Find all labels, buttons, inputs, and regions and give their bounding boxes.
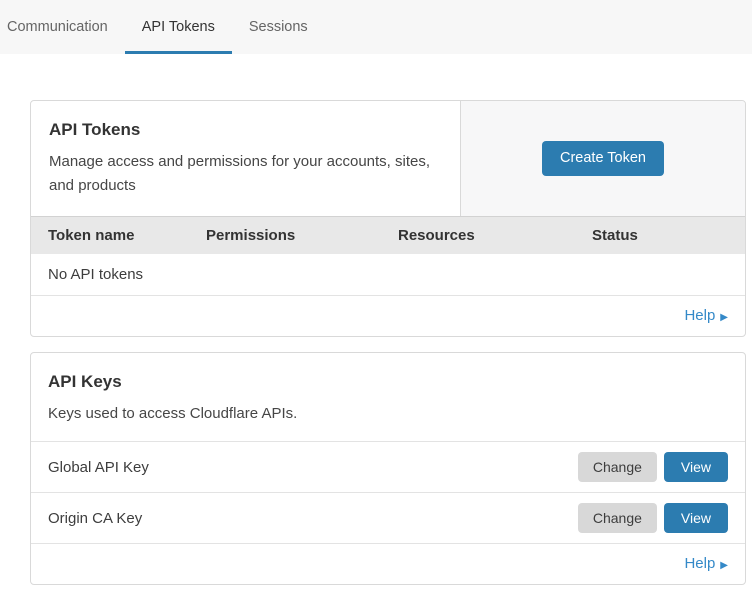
tokens-col-permissions: Permissions (206, 227, 398, 244)
origin-ca-key-actions: Change View (578, 503, 728, 533)
api-tokens-card-header-text: API Tokens Manage access and permissions… (31, 101, 460, 216)
tab-sessions[interactable]: Sessions (232, 0, 325, 54)
api-keys-card: API Keys Keys used to access Cloudflare … (30, 352, 746, 585)
api-keys-help-link[interactable]: Help ▶ (684, 555, 728, 572)
api-keys-help-label: Help (684, 555, 715, 572)
help-arrow-icon: ▶ (720, 560, 728, 571)
tab-bar: Communication API Tokens Sessions (0, 0, 752, 54)
api-tokens-title: API Tokens (49, 120, 442, 140)
global-api-key-view-button[interactable]: View (664, 452, 728, 482)
api-tokens-help-link[interactable]: Help ▶ (684, 307, 728, 324)
tab-api-tokens[interactable]: API Tokens (125, 0, 232, 54)
api-keys-card-header: API Keys Keys used to access Cloudflare … (31, 353, 745, 442)
global-api-key-change-button[interactable]: Change (578, 452, 657, 482)
global-api-key-label: Global API Key (48, 459, 149, 476)
tokens-empty-message: No API tokens (48, 266, 143, 283)
api-tokens-description: Manage access and permissions for your a… (49, 150, 437, 198)
api-keys-title: API Keys (48, 372, 728, 392)
tab-sessions-label: Sessions (249, 19, 308, 35)
api-keys-card-footer: Help ▶ (31, 544, 745, 584)
origin-ca-key-view-button[interactable]: View (664, 503, 728, 533)
api-tokens-help-label: Help (684, 307, 715, 324)
origin-ca-key-change-button[interactable]: Change (578, 503, 657, 533)
global-api-key-row: Global API Key Change View (31, 442, 745, 493)
api-tokens-card: API Tokens Manage access and permissions… (30, 100, 746, 337)
help-arrow-icon: ▶ (720, 312, 728, 323)
tokens-col-status: Status (592, 227, 745, 244)
api-tokens-card-header: API Tokens Manage access and permissions… (31, 101, 745, 216)
create-token-button[interactable]: Create Token (542, 141, 664, 176)
api-keys-description: Keys used to access Cloudflare APIs. (48, 402, 436, 426)
tab-api-tokens-label: API Tokens (142, 19, 215, 35)
global-api-key-actions: Change View (578, 452, 728, 482)
api-tokens-card-action-area: Create Token (460, 101, 745, 216)
tokens-col-resources: Resources (398, 227, 592, 244)
tab-communication-label: Communication (7, 19, 108, 35)
api-tokens-card-footer: Help ▶ (31, 296, 745, 336)
origin-ca-key-row: Origin CA Key Change View (31, 493, 745, 544)
tokens-empty-row: No API tokens (31, 254, 745, 296)
main-content: API Tokens Manage access and permissions… (0, 54, 752, 585)
tab-communication[interactable]: Communication (7, 0, 125, 54)
origin-ca-key-label: Origin CA Key (48, 510, 142, 527)
tokens-table-header: Token name Permissions Resources Status (31, 216, 745, 254)
tokens-col-token-name: Token name (48, 227, 206, 244)
